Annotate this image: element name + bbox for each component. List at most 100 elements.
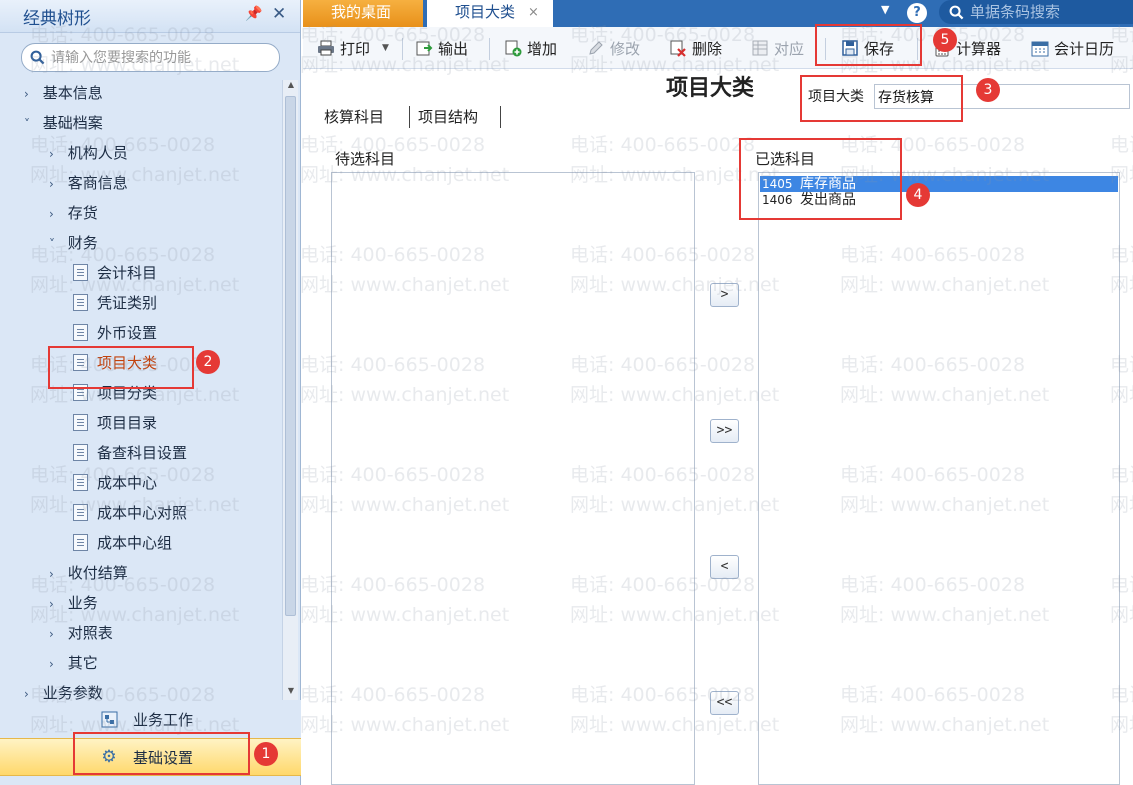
sidebar-item[interactable]: 项目目录 [73,410,157,436]
sidebar-item-label: 机构人员 [67,144,128,162]
map-label: 对应 [774,39,805,58]
sidebar-item[interactable]: › 存货 [49,200,98,226]
edit-button[interactable]: 修改 [587,27,640,69]
chevron-right-icon[interactable]: › [49,171,63,197]
export-button[interactable]: 输出 [415,27,468,69]
sidebar-item[interactable]: › 机构人员 [49,140,128,166]
selected-subjects-list[interactable]: 1405 库存商品 1406 发出商品 [758,172,1120,785]
sidebar-item-label: 业务参数 [42,684,103,700]
tab-project-category[interactable]: 项目大类 × [427,0,553,27]
sidebar-item[interactable]: 成本中心对照 [73,500,187,526]
printer-icon [317,39,335,57]
calculator-icon [933,39,951,57]
search-icon [30,50,45,65]
sidebar-item[interactable]: ˅ 财务 [49,230,98,256]
function-search-box[interactable] [21,43,280,72]
page-title: 项目大类 [666,76,755,101]
scroll-up-icon[interactable]: ▲ [283,80,299,94]
list-item[interactable]: 1405 库存商品 [760,176,1118,192]
chevron-down-icon[interactable]: ˅ [24,111,38,137]
module-business-work[interactable]: 业务工作 [0,700,301,738]
chevron-down-icon[interactable]: ˅ [49,231,63,257]
export-icon [415,39,433,57]
function-search-input[interactable] [51,49,266,66]
sidebar-item[interactable]: ˅ 基础档案 [24,110,103,136]
sidebar-item-label: 财务 [67,234,98,252]
calculator-button[interactable]: 计算器 [933,27,1001,69]
selected-subjects-label: 已选科目 [755,150,816,168]
document-icon [73,444,88,461]
pin-icon[interactable]: 📌 [245,6,262,22]
sidebar-item[interactable]: 凭证类别 [73,290,157,316]
search-icon [949,5,964,19]
move-right-button[interactable]: > [710,283,739,307]
close-icon[interactable]: ✕ [272,4,286,24]
save-button[interactable]: 保存 [841,27,894,69]
toolbar: 打印 ▼ 输出 增加 修改 删除 对应 保存 计算器 会计日历 [303,27,1133,69]
save-label: 保存 [864,39,895,58]
move-all-right-button[interactable]: >> [710,419,739,443]
sidebar-item[interactable]: 会计科目 [73,260,157,286]
sidebar-item[interactable]: › 其它 [49,650,98,676]
print-dropdown-icon[interactable]: ▼ [382,43,389,53]
chevron-right-icon[interactable]: › [49,141,63,167]
tab-my-desktop[interactable]: 我的桌面 [303,0,423,27]
subtab-accounting-subjects[interactable]: 核算科目 [324,106,384,127]
scroll-down-icon[interactable]: ▼ [283,686,299,700]
sidebar-item[interactable]: 备查科目设置 [73,440,187,466]
map-button[interactable]: 对应 [751,27,804,69]
chevron-right-icon[interactable]: › [49,651,63,677]
sidebar-item-label: 凭证类别 [97,294,158,312]
accounting-calendar-button[interactable]: 会计日历 [1031,27,1114,69]
toolbar-separator [917,38,918,60]
sidebar-item[interactable]: 成本中心组 [73,530,172,556]
document-icon [73,474,88,491]
barcode-search-input[interactable] [970,3,1130,21]
sidebar-item-label: 对照表 [67,624,113,642]
module-business-work-label: 业务工作 [133,710,194,729]
list-item[interactable]: 1406 发出商品 [760,192,1118,208]
project-category-field[interactable] [874,84,1130,109]
move-left-button[interactable]: < [710,555,739,579]
sidebar-item[interactable]: › 客商信息 [49,170,128,196]
sidebar-item[interactable]: › 对照表 [49,620,113,646]
edit-label: 修改 [610,39,641,58]
content-area: 项目大类 项目大类 核算科目 项目结构 待选科目 已选科目 1405库存商品14… [303,70,1133,785]
print-button[interactable]: 打印 ▼ [317,27,389,69]
subject-code: 1406 [762,193,793,207]
document-icon [73,414,88,431]
subject-code: 1405 [762,177,793,191]
sidebar-item[interactable]: 项目大类 [73,350,157,376]
chevron-right-icon[interactable]: › [24,681,38,700]
document-icon [73,294,88,311]
sidebar-item[interactable]: › 业务参数 [24,680,103,700]
calendar-icon [1031,39,1049,57]
chevron-right-icon[interactable]: › [49,591,63,617]
tab-list-dropdown-icon[interactable]: ▼ [881,3,889,16]
sidebar-item[interactable]: 外币设置 [73,320,157,346]
subject-name: 发出商品 [800,192,856,208]
chevron-right-icon[interactable]: › [49,201,63,227]
chevron-right-icon[interactable]: › [49,561,63,587]
chevron-right-icon[interactable]: › [24,81,38,107]
sidebar-item[interactable]: › 收付结算 [49,560,128,586]
sidebar-scrollbar[interactable]: ▲ ▼ [282,80,298,700]
add-button[interactable]: 增加 [504,27,557,69]
sidebar-item[interactable]: › 业务 [49,590,98,616]
module-basic-settings[interactable]: ⚙ 基础设置 [0,738,301,776]
barcode-search-box[interactable] [939,0,1133,24]
sidebar-item-label: 成本中心对照 [97,504,188,522]
help-icon[interactable]: ? [907,3,927,23]
sidebar-item[interactable]: 成本中心 [73,470,157,496]
delete-button[interactable]: 删除 [669,27,722,69]
move-all-left-button[interactable]: << [710,691,739,715]
scrollbar-thumb[interactable] [285,96,296,616]
sidebar-item[interactable]: › 基本信息 [24,80,103,106]
sidebar-item[interactable]: 项目分类 [73,380,157,406]
subtab-project-structure[interactable]: 项目结构 [418,106,478,127]
available-subjects-list[interactable] [331,172,695,785]
toolbar-separator [489,38,490,60]
add-icon [504,39,522,57]
chevron-right-icon[interactable]: › [49,621,63,647]
tab-close-icon[interactable]: × [528,0,539,25]
